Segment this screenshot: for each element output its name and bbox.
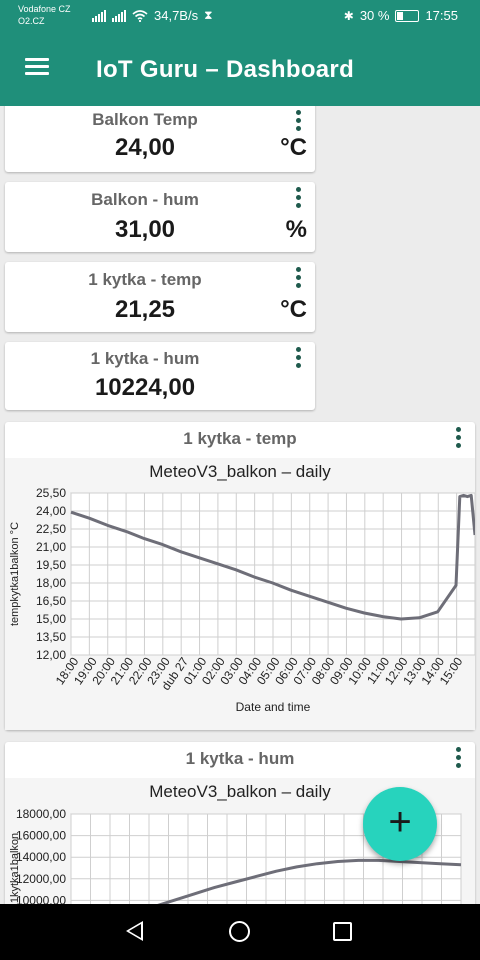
x-axis-label: Date and time bbox=[236, 700, 311, 714]
app-bar: IoT Guru – Dashboard bbox=[0, 32, 480, 106]
app-title: IoT Guru – Dashboard bbox=[96, 56, 355, 83]
chart-title: MeteoV3_balkon – daily bbox=[149, 462, 331, 481]
hourglass-icon: ⧗ bbox=[204, 8, 213, 22]
more-options-icon[interactable] bbox=[294, 267, 302, 289]
plus-icon: + bbox=[388, 800, 412, 844]
y-axis-label: tempkytka1balkon °C bbox=[9, 522, 21, 626]
wifi-icon bbox=[132, 9, 148, 22]
more-options-icon[interactable] bbox=[294, 110, 302, 132]
y-tick-label: 10000,00 bbox=[16, 893, 66, 904]
y-tick-label: 21,00 bbox=[36, 540, 66, 554]
more-options-icon[interactable] bbox=[454, 747, 462, 769]
dashboard-content[interactable]: Balkon Temp 24,00 °C Balkon - hum 31,00 … bbox=[0, 106, 480, 904]
status-bar: Vodafone CZ O2.CZ 34,7B/s ⧗ ✱ 30 % 17:55 bbox=[0, 0, 480, 32]
stat-card-kytka-hum: 1 kytka - hum 10224,00 bbox=[5, 342, 315, 410]
chart-card-kytka-temp: 1 kytka - temp MeteoV3_balkon – daily 25,… bbox=[5, 422, 477, 730]
navigation-bar bbox=[0, 904, 480, 960]
carrier-2: O2.CZ bbox=[18, 16, 45, 26]
y-tick-label: 24,00 bbox=[36, 504, 66, 518]
stat-card-title: Balkon Temp bbox=[92, 110, 198, 129]
hamburger-icon[interactable] bbox=[25, 58, 49, 78]
temperature-chart: MeteoV3_balkon – daily 25,50 24,00 22,50 21,… bbox=[9, 462, 477, 714]
y-tick-label: 16000,00 bbox=[16, 829, 66, 843]
recents-icon[interactable] bbox=[333, 922, 352, 941]
status-right: ✱ 30 % 17:55 bbox=[344, 8, 458, 23]
y-tick-label: 18,00 bbox=[36, 576, 66, 590]
stat-card-unit: °C bbox=[280, 134, 307, 161]
chart-card-title: 1 kytka - hum bbox=[185, 749, 295, 768]
clock: 17:55 bbox=[425, 8, 458, 23]
back-icon[interactable] bbox=[126, 921, 143, 941]
stat-card-value: 21,25 bbox=[114, 296, 176, 323]
signal-1-icon bbox=[92, 9, 106, 22]
y-tick-label: 15,00 bbox=[36, 612, 66, 626]
carrier-names: Vodafone CZ O2.CZ bbox=[18, 3, 71, 27]
signal-2-icon bbox=[112, 9, 126, 22]
status-left: 34,7B/s ⧗ bbox=[92, 8, 213, 23]
stat-card-value: 10224,00 bbox=[94, 374, 196, 401]
net-speed: 34,7B/s bbox=[154, 8, 199, 23]
stat-card-unit: °C bbox=[280, 296, 307, 323]
more-options-icon[interactable] bbox=[294, 187, 302, 209]
y-tick-label: 25,50 bbox=[36, 486, 66, 500]
carrier-1: Vodafone CZ bbox=[18, 4, 71, 14]
chart-panel: MeteoV3_balkon – daily 25,50 24,00 22,50 21,… bbox=[5, 458, 477, 730]
chart-card-title: 1 kytka - temp bbox=[183, 429, 297, 448]
bluetooth-icon: ✱ bbox=[343, 8, 354, 23]
chart-title: MeteoV3_balkon – daily bbox=[149, 782, 331, 801]
stat-card-unit: % bbox=[285, 216, 307, 243]
y-tick-label: 14000,00 bbox=[16, 850, 66, 864]
more-options-icon[interactable] bbox=[294, 347, 302, 369]
stat-card-value: 24,00 bbox=[114, 134, 176, 161]
y-tick-label: 12000,00 bbox=[16, 872, 66, 886]
stat-card-value: 31,00 bbox=[114, 216, 176, 243]
battery-icon bbox=[395, 9, 420, 22]
y-tick-label: 16,50 bbox=[36, 594, 66, 608]
y-tick-label: 12,00 bbox=[36, 648, 66, 662]
y-tick-label: 18000,00 bbox=[16, 807, 66, 821]
stat-card-kytka-temp: 1 kytka - temp 21,25 °C bbox=[5, 262, 315, 332]
home-icon[interactable] bbox=[229, 921, 250, 942]
battery-percent: 30 % bbox=[359, 8, 390, 23]
y-tick-label: 22,50 bbox=[36, 522, 66, 536]
stat-card-title: 1 kytka - temp bbox=[88, 270, 202, 289]
stat-card-title: Balkon - hum bbox=[91, 190, 199, 209]
stat-card-title: 1 kytka - hum bbox=[90, 349, 200, 368]
more-options-icon[interactable] bbox=[454, 427, 462, 449]
y-axis-label: 1kytka1balkon bbox=[9, 833, 21, 903]
add-widget-button[interactable]: + bbox=[363, 787, 437, 861]
y-tick-label: 19,50 bbox=[36, 558, 66, 572]
stat-card-balkon-temp: Balkon Temp 24,00 °C bbox=[5, 106, 315, 172]
stat-card-balkon-hum: Balkon - hum 31,00 % bbox=[5, 182, 315, 252]
y-tick-label: 13,50 bbox=[36, 630, 66, 644]
